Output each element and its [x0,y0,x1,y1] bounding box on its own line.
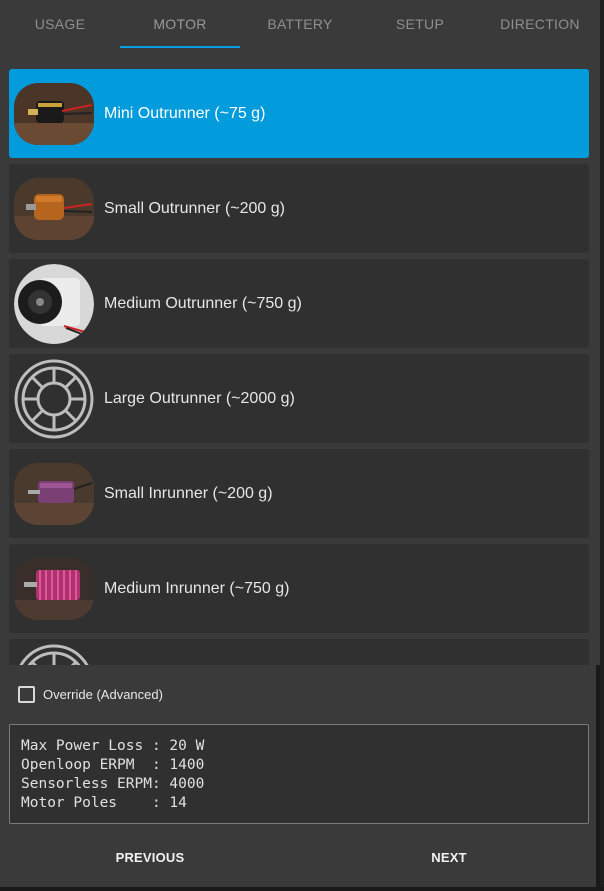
override-checkbox[interactable]: Override (Advanced) [18,685,163,703]
motor-item-small-inrunner[interactable]: Small Inrunner (~200 g) [9,449,589,538]
motor-item-label: Medium Inrunner (~750 g) [104,579,290,597]
motor-item-mini-outrunner[interactable]: Mini Outrunner (~75 g) [9,69,589,158]
small-outrunner-photo-icon [14,177,94,240]
medium-inrunner-photo-icon [14,557,94,620]
tab-bar: USAGE MOTOR BATTERY SETUP DIRECTION [0,0,600,50]
motor-item-large-outrunner[interactable]: Large Outrunner (~2000 g) [9,354,589,443]
motor-item-label: Small Inrunner (~200 g) [104,484,273,502]
motor-item-partial[interactable] [9,639,589,665]
motor-list[interactable]: Mini Outrunner (~75 g) Small Outrunner (… [0,50,600,665]
motor-item-medium-inrunner[interactable]: Medium Inrunner (~750 g) [9,544,589,633]
info-motor-poles: Motor Poles : 14 [21,795,187,811]
override-label: Override (Advanced) [43,686,163,702]
medium-outrunner-photo-icon [14,263,94,344]
stator-icon [14,644,94,665]
tab-setup[interactable]: SETUP [360,0,480,50]
motor-item-small-outrunner[interactable]: Small Outrunner (~200 g) [9,164,589,253]
tab-motor[interactable]: MOTOR [120,0,240,50]
info-sensorless-erpm: Sensorless ERPM: 4000 [21,776,205,792]
motor-item-label: Medium Outrunner (~750 g) [104,294,302,312]
previous-button[interactable]: PREVIOUS [70,842,230,872]
motor-item-label: Large Outrunner (~2000 g) [104,389,295,407]
motor-setup-window: USAGE MOTOR BATTERY SETUP DIRECTION Mini… [0,0,600,887]
window-edge [0,887,604,891]
motor-item-label: Mini Outrunner (~75 g) [104,104,266,122]
mini-outrunner-photo-icon [14,82,94,145]
stator-icon [14,359,94,439]
small-inrunner-photo-icon [14,462,94,525]
checkbox-box[interactable] [18,685,35,703]
tab-battery[interactable]: BATTERY [240,0,360,50]
motor-info-box: Max Power Loss : 20 W Openloop ERPM : 14… [9,724,589,824]
motor-item-label: Small Outrunner (~200 g) [104,199,285,217]
tab-direction[interactable]: DIRECTION [480,0,600,50]
info-max-power-loss: Max Power Loss : 20 W [21,738,205,754]
info-openloop-erpm: Openloop ERPM : 1400 [21,757,205,773]
next-button[interactable]: NEXT [369,842,529,872]
motor-item-medium-outrunner[interactable]: Medium Outrunner (~750 g) [9,259,589,348]
tab-usage[interactable]: USAGE [0,0,120,50]
